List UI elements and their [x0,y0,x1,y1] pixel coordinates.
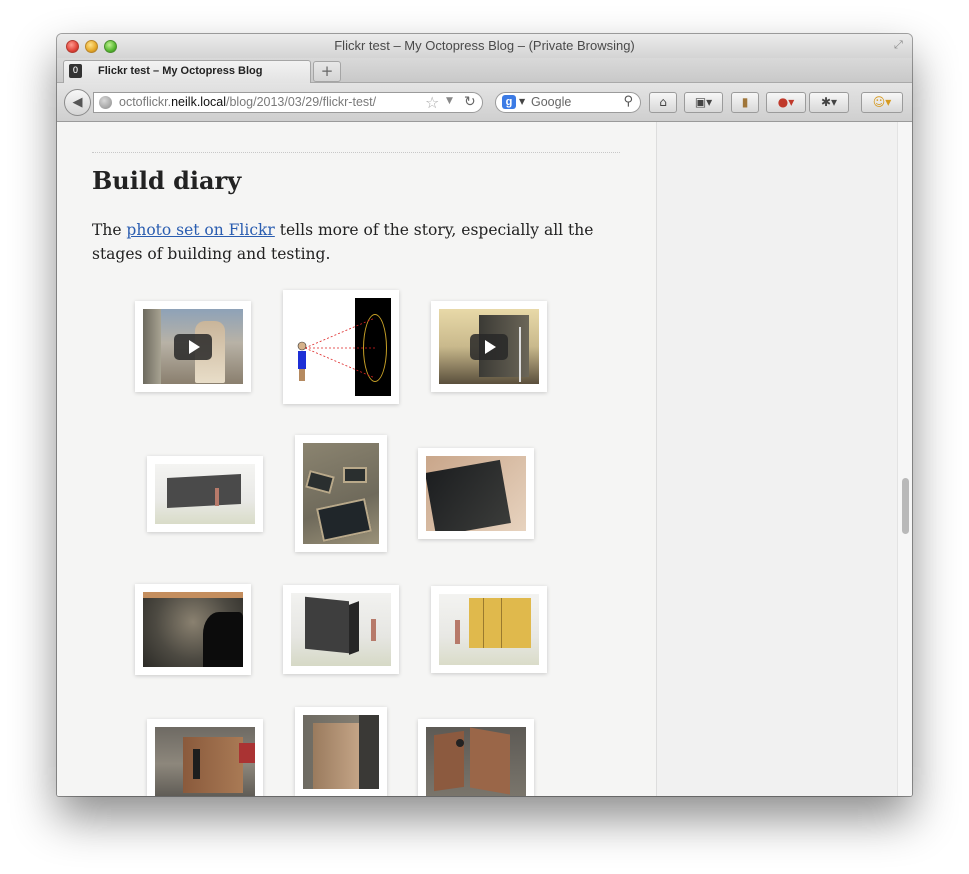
flickr-photoset-link[interactable]: photo set on Flickr [126,221,274,239]
new-tab-button[interactable]: + [313,61,341,82]
play-icon[interactable] [174,333,212,360]
back-arrow-icon: ◀ [72,95,83,110]
search-bar[interactable]: g ▼ Google ⚲ [495,92,641,113]
persona-icon: ☺▾ [872,95,892,109]
persona-button[interactable]: ☺▾ [861,92,903,113]
octopress-favicon-icon: O [69,64,82,78]
photo-thumbnail-5[interactable] [295,435,387,552]
search-engine-dropdown-icon[interactable]: ▼ [519,97,525,106]
tab-title: Flickr test – My Octopress Blog [98,65,263,77]
search-placeholder: Google [531,95,572,109]
photo-thumbnail-10[interactable] [147,719,263,796]
photo-thumbnail-4[interactable] [147,456,263,532]
photo-thumbnail-11[interactable] [295,707,387,796]
url-text[interactable]: octoflickr.neilk.local/blog/2013/03/29/f… [119,95,376,109]
notebook-icon: ▮ [741,95,749,109]
bookmark-star-icon[interactable]: ☆ [425,93,439,112]
intro-paragraph: The photo set on Flickr tells more of th… [92,218,622,266]
addon-icon: ●▾ [777,95,795,109]
home-icon: ⌂ [659,95,667,109]
notebook-button[interactable]: ▮ [731,92,759,113]
browser-window: Flickr test – My Octopress Blog – (Priva… [57,34,912,796]
photo-thumbnail-1[interactable] [135,301,251,392]
scrollbar-thumb[interactable] [902,478,909,534]
video-thumbnail-sunset-panel [439,309,539,384]
home-button[interactable]: ⌂ [649,92,677,113]
sketch-dark-cube-with-person [291,593,391,666]
photo-thumbnail-3[interactable] [431,301,547,392]
vertical-scrollbar[interactable] [897,122,912,796]
photo-dark-mirror-panel [426,456,526,531]
window-title: Flickr test – My Octopress Blog – (Priva… [334,38,635,53]
section-heading: Build diary [92,166,242,195]
sidebar-column [657,122,897,796]
photo-thumbnail-2[interactable] [283,290,399,404]
photo-wooden-box-in-warehouse [155,727,255,796]
google-search-engine-icon[interactable]: g [502,95,516,109]
url-path: /blog/2013/03/29/flickr-test/ [226,95,377,109]
bookmarks-icon: ▣▾ [694,95,713,109]
photo-thumbnail-7[interactable] [135,584,251,675]
photo-thumbnail-8[interactable] [283,585,399,674]
photo-thumbnail-6[interactable] [418,448,534,539]
photo-thumbnail-12[interactable] [418,719,534,796]
diagram-person-viewing-mirror [291,298,391,396]
section-divider [92,152,620,153]
fullscreen-icon[interactable]: ⤢ [894,39,906,51]
article-column: Build diary The photo set on Flickr tell… [57,122,657,796]
tab-flickr-test[interactable]: O Flickr test – My Octopress Blog [63,60,311,83]
navigation-toolbar: ◀ octoflickr.neilk.local/blog/2013/03/29… [57,83,912,122]
para-start: The [92,221,127,239]
sketch-long-panel-wall [155,464,255,524]
sight-lines-diagram [297,317,376,381]
page-content: Build diary The photo set on Flickr tell… [57,122,912,796]
photo-mirror-panels-on-ground [303,443,379,544]
magnifier-icon[interactable]: ⚲ [623,94,633,109]
sketch-yellow-panels-with-person [439,594,539,665]
tab-bar: O Flickr test – My Octopress Blog + [57,58,912,83]
globe-icon [99,96,112,109]
addon-button-2[interactable]: ✱▾ [809,92,849,113]
url-dropdown-icon[interactable]: ▼ [446,96,453,106]
photo-thumbnail-9[interactable] [431,586,547,673]
photo-mirror-closeup-reflection [143,592,243,667]
video-thumbnail-desert-person [143,309,243,384]
url-prefix: octoflickr. [119,95,172,109]
title-bar: Flickr test – My Octopress Blog – (Priva… [57,34,912,58]
play-icon[interactable] [470,333,508,360]
bookmarks-button[interactable]: ▣▾ [684,92,723,113]
url-host: neilk.local [171,95,226,109]
url-bar[interactable]: octoflickr.neilk.local/blog/2013/03/29/f… [93,92,483,113]
reload-icon[interactable]: ↻ [464,94,476,110]
photo-wooden-panels-frame [426,727,526,796]
addon-button-1[interactable]: ●▾ [766,92,806,113]
back-button[interactable]: ◀ [64,89,91,116]
addon-icon: ✱▾ [820,95,838,109]
photo-wooden-box-side [303,715,379,789]
